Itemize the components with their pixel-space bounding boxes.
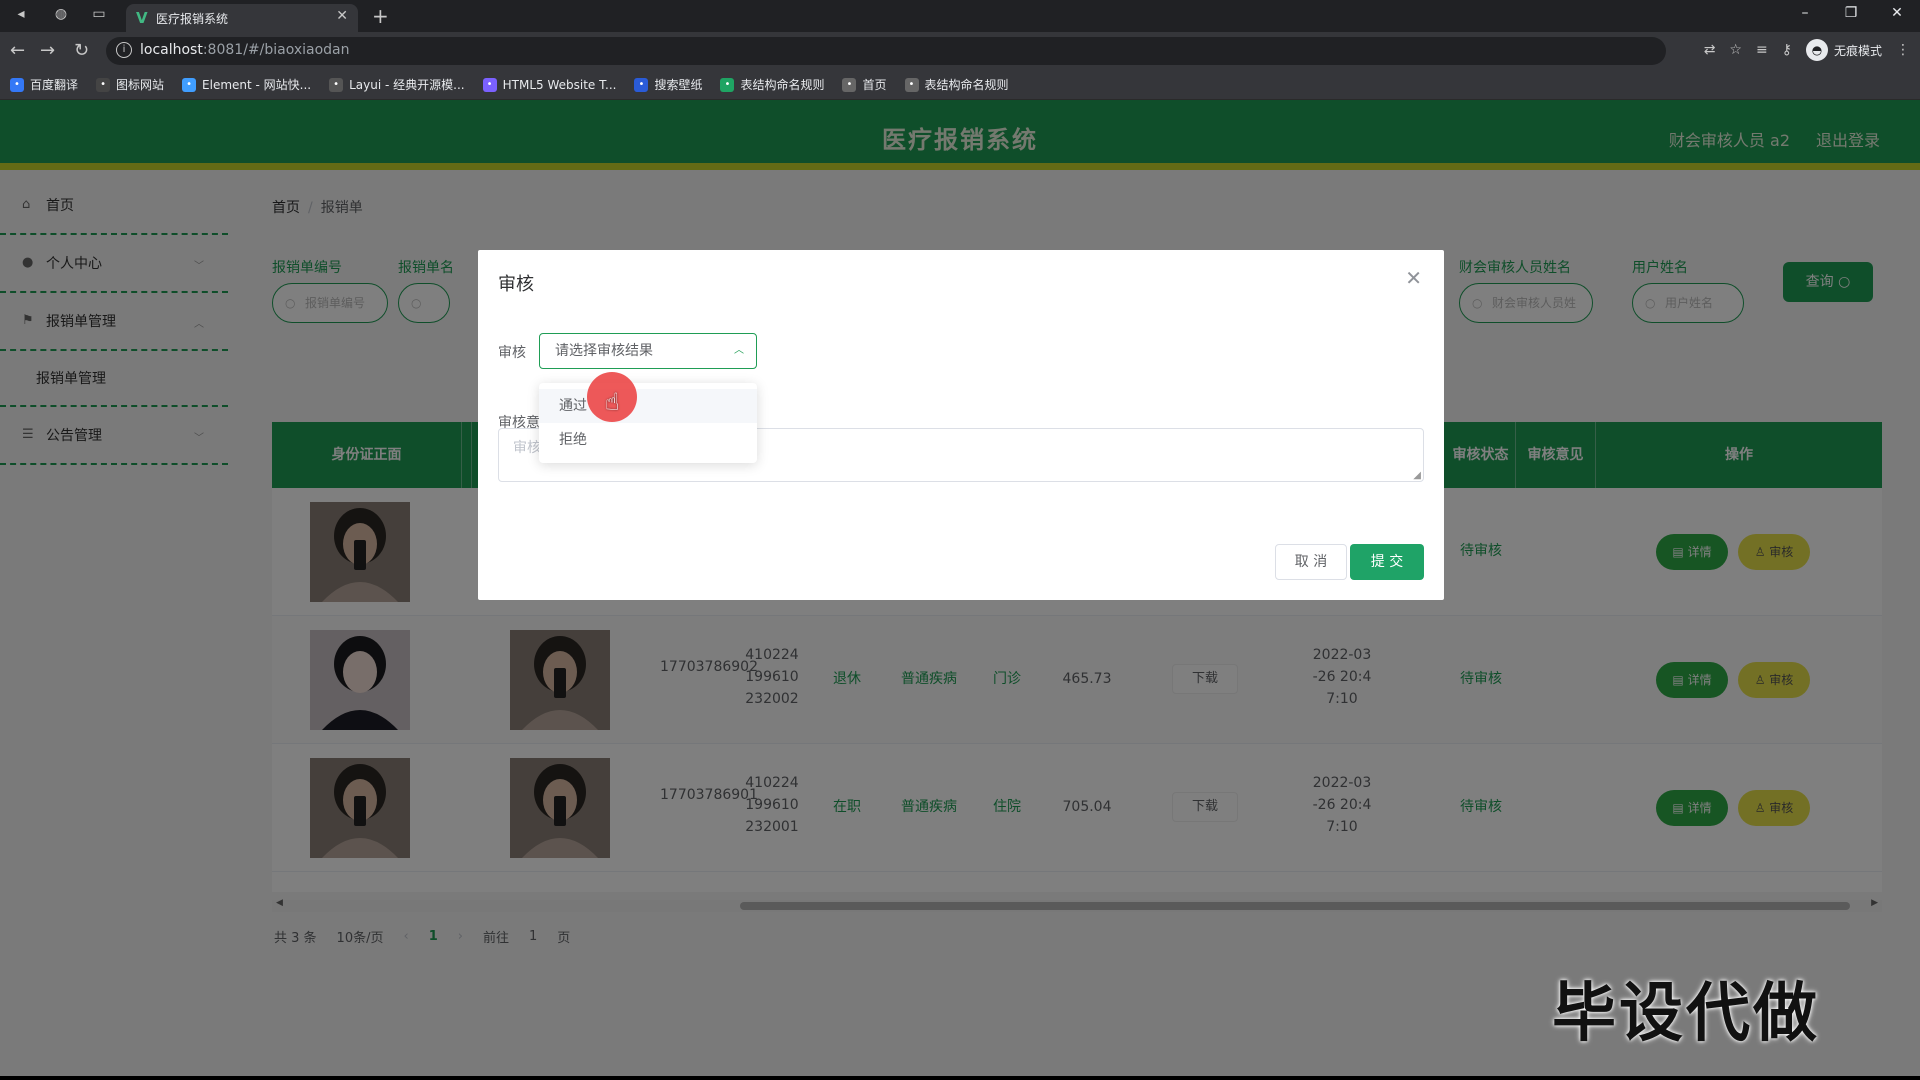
site-info-icon[interactable]: i — [116, 42, 132, 58]
restore-icon[interactable]: ❐ — [1828, 0, 1874, 28]
vue-logo-icon: V — [136, 9, 148, 27]
bookmark-icon: • — [10, 77, 24, 92]
minimize-icon[interactable]: – — [1782, 0, 1828, 28]
url-text: localhost:8081/#/biaoxiaodan — [140, 42, 350, 58]
bookmark-label: 图标网站 — [116, 78, 165, 92]
new-tab-icon[interactable]: + — [372, 4, 389, 28]
bookmark-icon: • — [482, 77, 497, 92]
bookmark-label: HTML5 Website T... — [502, 77, 617, 92]
window-controls: – ❐ ✕ — [1782, 0, 1920, 32]
bookmark-icon: • — [182, 77, 197, 92]
bookmark-item[interactable]: • 表结构命名规则 — [904, 76, 1009, 93]
bookmark-label: 百度翻译 — [30, 78, 79, 92]
bookmark-item[interactable]: • Layui - 经典开源模... — [329, 76, 465, 93]
close-window-icon[interactable]: ✕ — [1874, 0, 1920, 28]
resize-grip-icon[interactable]: ◢ — [1413, 470, 1421, 481]
bookmark-icon: • — [329, 77, 344, 92]
option-approve[interactable]: 通过 — [539, 389, 757, 423]
back-icon[interactable]: ← — [10, 40, 25, 61]
bookmark-icon: • — [904, 77, 919, 92]
bookmark-icon: • — [96, 77, 111, 92]
select-placeholder: 请选择审核结果 — [555, 343, 653, 359]
forward-icon[interactable]: → — [40, 40, 55, 61]
bookmark-item[interactable]: • 表结构命名规则 — [720, 76, 824, 93]
cancel-button[interactable]: 取 消 — [1275, 544, 1347, 580]
bookmark-label: 表结构命名规则 — [924, 78, 1009, 92]
translate-icon[interactable]: ⇄ — [1704, 42, 1716, 58]
incognito-badge[interactable]: ◓ 无痕模式 — [1805, 39, 1882, 61]
option-reject[interactable]: 拒绝 — [539, 423, 757, 457]
reload-icon[interactable]: ↻ — [74, 40, 89, 61]
window-icon[interactable]: ▭ — [88, 6, 110, 26]
key-icon[interactable]: ⚷ — [1782, 42, 1792, 58]
audit-result-dropdown: 通过 拒绝 — [539, 383, 757, 463]
close-icon[interactable]: ✕ — [1405, 266, 1422, 290]
submit-button[interactable]: 提 交 — [1350, 544, 1424, 580]
bookmark-label: 首页 — [862, 78, 887, 92]
reading-list-icon[interactable]: ≡ — [1756, 42, 1768, 58]
bookmark-label: 表结构命名规则 — [740, 78, 825, 92]
audit-label: 审核 — [498, 345, 526, 361]
browser-tab-strip: ◂ ◍ ▭ V 医疗报销系统 ✕ + – ❐ ✕ — [0, 0, 1920, 32]
toolbar-actions: ⇄ ☆ ≡ ⚷ ◓ 无痕模式 ⋮ — [1704, 39, 1910, 61]
bookmark-icon: • — [842, 77, 857, 92]
bookmark-icon: • — [720, 77, 735, 92]
bookmark-item[interactable]: • 搜索壁纸 — [634, 76, 702, 93]
bookmark-item[interactable]: • Element - 网站快... — [182, 76, 311, 93]
bookmark-label: Layui - 经典开源模... — [349, 78, 465, 92]
hand-cursor-icon: ☝ — [605, 388, 620, 416]
bookmark-label: 搜索壁纸 — [654, 78, 703, 92]
bookmarks-bar: • 百度翻译 • 图标网站 • Element - 网站快... • Layui - 经典开源… — [0, 70, 1920, 100]
screen-bottom-edge — [0, 1076, 1920, 1080]
incognito-label: 无痕模式 — [1833, 43, 1882, 58]
bookmark-icon: • — [634, 77, 649, 92]
globe-icon[interactable]: ◍ — [50, 6, 72, 26]
bookmark-label: Element - 网站快... — [202, 78, 312, 92]
browser-tab[interactable]: V 医疗报销系统 ✕ — [126, 4, 358, 32]
chevron-up-icon: ︿ — [734, 345, 744, 356]
bookmark-item[interactable]: • HTML5 Website T... — [482, 77, 617, 92]
opinion-placeholder: 审核 — [513, 440, 541, 456]
watermark-text: 毕设代做 — [1552, 977, 1820, 1051]
bookmark-item[interactable]: • 百度翻译 — [10, 76, 78, 93]
bookmark-item[interactable]: • 图标网站 — [96, 76, 164, 93]
close-tab-icon[interactable]: ✕ — [336, 8, 348, 24]
menu-icon[interactable]: ⋮ — [1896, 42, 1910, 58]
star-icon[interactable]: ☆ — [1729, 42, 1742, 58]
bookmark-item[interactable]: • 首页 — [842, 76, 887, 93]
address-toolbar: ← → ↻ i localhost:8081/#/biaoxiaodan ⇄ ☆… — [0, 32, 1920, 70]
address-bar[interactable]: i localhost:8081/#/biaoxiaodan — [106, 37, 1666, 65]
incognito-icon: ◓ — [1805, 39, 1828, 61]
audio-icon[interactable]: ◂ — [10, 6, 32, 26]
audit-result-select[interactable]: 请选择审核结果 ︿ — [539, 333, 757, 369]
dialog-title: 审核 — [498, 274, 534, 295]
tab-title: 医疗报销系统 — [156, 12, 229, 26]
